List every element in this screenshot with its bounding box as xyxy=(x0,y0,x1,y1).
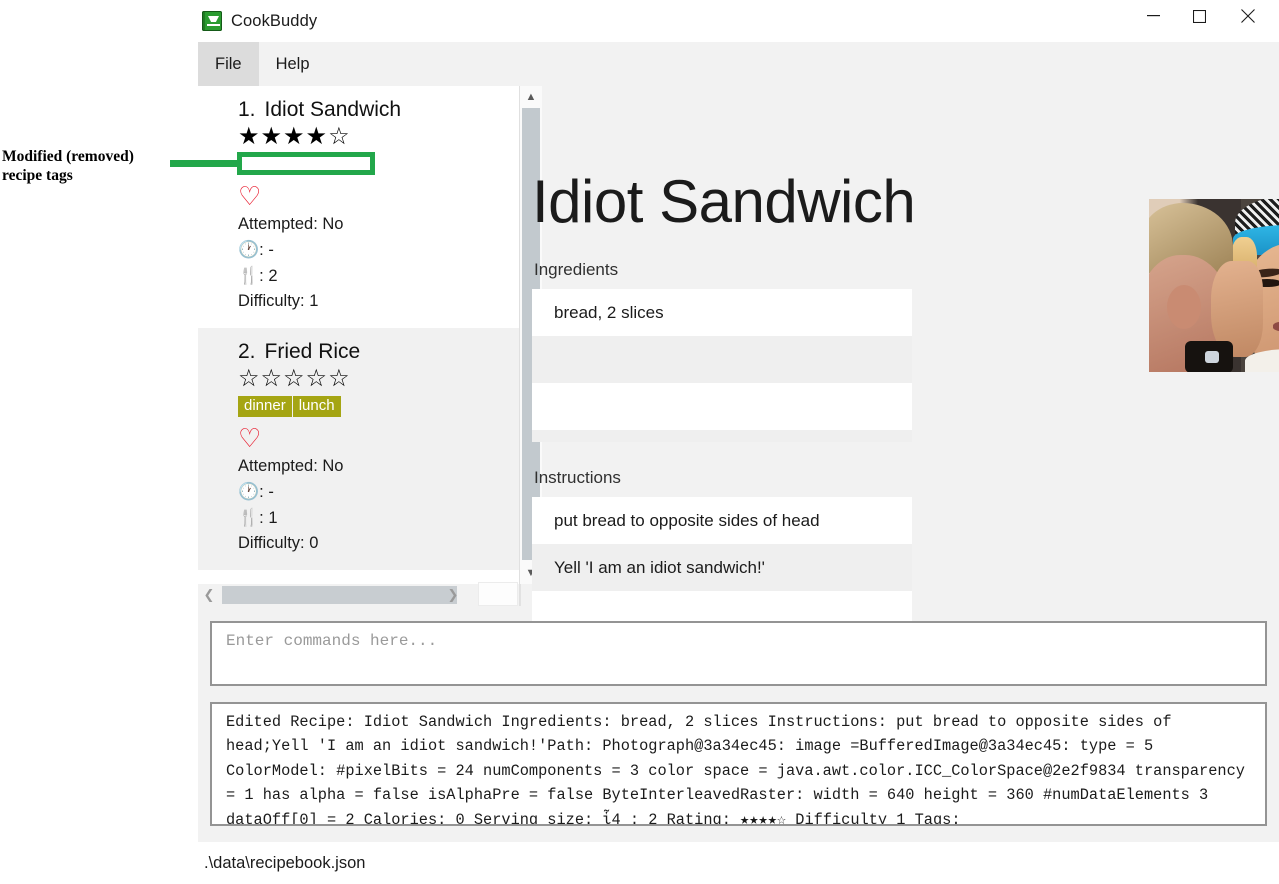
app-window: CookBuddy File Help 1. Idiot Sandwich ★★★… xyxy=(198,0,1279,884)
console-output: Edited Recipe: Idiot Sandwich Ingredient… xyxy=(210,702,1267,826)
close-button[interactable] xyxy=(1225,0,1270,32)
annotation-label: Modified (removed) recipe tags xyxy=(2,147,192,185)
recipe-attempted: Attempted: No xyxy=(238,457,344,475)
clock-icon: 🕐 xyxy=(238,240,260,259)
recipe-number: 1. xyxy=(238,98,256,121)
recipe-servings: 🍴: 1 xyxy=(238,505,520,531)
annotation-gutter: Modified (removed) recipe tags xyxy=(0,0,198,884)
scroll-left-icon[interactable]: ❮ xyxy=(198,584,220,606)
app-title: CookBuddy xyxy=(231,11,318,30)
instruction-row[interactable]: Yell 'I am an idiot sandwich!' xyxy=(532,544,912,591)
instruction-row[interactable]: put bread to opposite sides of head xyxy=(532,497,912,544)
ingredient-row[interactable] xyxy=(532,336,912,383)
ingredient-row[interactable] xyxy=(532,383,912,430)
recipe-detail: Idiot Sandwich Ingredients bread, 2 slic… xyxy=(532,86,1279,650)
minimize-icon xyxy=(1147,15,1160,17)
cutlery-icon: 🍴 xyxy=(238,266,260,285)
list-item[interactable]: 2. Fried Rice ☆☆☆☆☆ dinner lunch ♡ Attempt… xyxy=(198,328,520,570)
horizontal-scrollbar[interactable]: ❮ ❯ xyxy=(198,584,520,606)
maximize-button[interactable] xyxy=(1177,0,1222,32)
status-bar: .\data\recipebook.json xyxy=(198,842,1279,884)
recipe-servings: 🍴: 2 xyxy=(238,263,520,289)
recipe-servings-value: : 1 xyxy=(259,509,278,527)
ingredient-row[interactable]: bread, 2 slices xyxy=(532,289,912,336)
recipe-tags: dinner lunch xyxy=(238,396,520,420)
recipe-time-value: : - xyxy=(259,483,274,501)
scroll-right-icon[interactable]: ❯ xyxy=(442,584,464,606)
recipe-time: 🕐: - xyxy=(238,237,520,263)
recipe-title: 1. Idiot Sandwich xyxy=(238,98,520,122)
scrollbar-corner xyxy=(478,582,518,606)
instructions-label: Instructions xyxy=(534,468,621,487)
rating-stars: ★★★★☆ xyxy=(238,123,351,150)
cutlery-icon: 🍴 xyxy=(238,508,260,527)
close-icon xyxy=(1240,9,1255,23)
recipe-name: Idiot Sandwich xyxy=(264,98,402,121)
menu-bar: File Help xyxy=(198,42,1279,86)
menu-item-file[interactable]: File xyxy=(198,42,259,86)
recipe-difficulty: Difficulty: 1 xyxy=(238,292,319,310)
ingredients-list[interactable]: bread, 2 slices xyxy=(532,289,912,442)
annotation-label-line1: Modified (removed) xyxy=(2,148,134,165)
recipe-title: 2. Fried Rice xyxy=(238,340,520,364)
tag-chip[interactable]: lunch xyxy=(292,396,341,417)
horizontal-scroll-thumb[interactable] xyxy=(222,586,457,604)
rating-stars: ☆☆☆☆☆ xyxy=(238,365,351,392)
recipe-time-value: : - xyxy=(259,241,274,259)
favorite-heart-icon[interactable]: ♡ xyxy=(238,182,520,210)
photo-ear xyxy=(1167,285,1201,329)
recipe-attempted: Attempted: No xyxy=(238,215,344,233)
cookbook-icon xyxy=(202,11,222,31)
recipe-difficulty: Difficulty: 0 xyxy=(238,534,319,552)
recipe-photo[interactable] xyxy=(1149,199,1279,372)
recipe-servings-value: : 2 xyxy=(259,267,278,285)
menu-item-help[interactable]: Help xyxy=(259,42,327,86)
recipe-number: 2. xyxy=(238,340,256,363)
list-item[interactable]: 1. Idiot Sandwich ★★★★☆ ♡ Attempted: No 🕐… xyxy=(198,86,520,328)
recipe-name: Fried Rice xyxy=(264,340,361,363)
annotation-highlight-box xyxy=(237,152,375,175)
minimize-button[interactable] xyxy=(1131,0,1176,32)
recipe-time: 🕐: - xyxy=(238,479,520,505)
ingredient-row[interactable] xyxy=(532,430,912,442)
annotation-leader-line xyxy=(170,160,242,167)
clock-icon: 🕐 xyxy=(238,482,260,501)
status-file-path: .\data\recipebook.json xyxy=(204,853,366,872)
tag-chip[interactable]: dinner xyxy=(238,396,292,417)
annotation-label-line2: recipe tags xyxy=(2,167,73,184)
title-bar: CookBuddy xyxy=(198,0,1279,42)
favorite-heart-icon[interactable]: ♡ xyxy=(238,424,520,452)
photo-watch-face xyxy=(1205,351,1219,363)
content-area: 1. Idiot Sandwich ★★★★☆ ♡ Attempted: No 🕐… xyxy=(198,86,1279,884)
maximize-icon xyxy=(1193,9,1206,23)
command-input[interactable]: Enter commands here... xyxy=(210,621,1267,686)
